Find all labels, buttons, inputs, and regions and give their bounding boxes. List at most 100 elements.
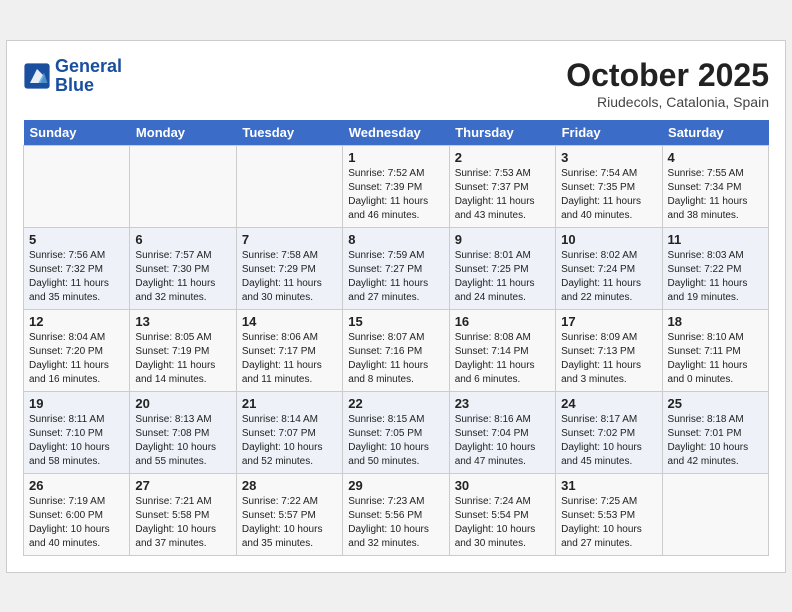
cell-details: Sunrise: 8:02 AM Sunset: 7:24 PM Dayligh… [561, 249, 656, 305]
day-number: 15 [348, 314, 443, 329]
day-number: 26 [29, 478, 124, 493]
calendar-cell: 17 Sunrise: 8:09 AM Sunset: 7:13 PM Dayli… [556, 309, 662, 391]
cell-details: Sunrise: 7:58 AM Sunset: 7:29 PM Dayligh… [242, 249, 337, 305]
weekday-header-monday: Monday [130, 120, 236, 146]
week-row-4: 26 Sunrise: 7:19 AM Sunset: 6:00 PM Dayli… [24, 473, 769, 555]
day-number: 12 [29, 314, 124, 329]
calendar-cell: 24 Sunrise: 8:17 AM Sunset: 7:02 PM Dayli… [556, 391, 662, 473]
cell-details: Sunrise: 7:23 AM Sunset: 5:56 PM Dayligh… [348, 495, 443, 551]
day-number: 22 [348, 396, 443, 411]
cell-details: Sunrise: 8:06 AM Sunset: 7:17 PM Dayligh… [242, 331, 337, 387]
calendar-cell: 13Sunrise: 8:05 AM Sunset: 7:19 PM Dayli… [130, 309, 236, 391]
cell-details: Sunrise: 7:55 AM Sunset: 7:34 PM Dayligh… [668, 167, 763, 223]
calendar-cell: 6 Sunrise: 7:57 AM Sunset: 7:30 PM Daylig… [130, 227, 236, 309]
cell-details: Sunrise: 8:07 AM Sunset: 7:16 PM Dayligh… [348, 331, 443, 387]
cell-details: Sunrise: 8:04 AM Sunset: 7:20 PM Dayligh… [29, 331, 124, 387]
week-row-1: 5Sunrise: 7:56 AM Sunset: 7:32 PM Daylig… [24, 227, 769, 309]
day-number: 16 [455, 314, 550, 329]
day-number: 21 [242, 396, 337, 411]
day-number: 9 [455, 232, 550, 247]
weekday-header-wednesday: Wednesday [343, 120, 449, 146]
cell-details: Sunrise: 8:05 AM Sunset: 7:19 PM Dayligh… [135, 331, 230, 387]
cell-details: Sunrise: 8:15 AM Sunset: 7:05 PM Dayligh… [348, 413, 443, 469]
calendar-cell: 30 Sunrise: 7:24 AM Sunset: 5:54 PM Dayli… [449, 473, 555, 555]
weekday-header-row: SundayMondayTuesdayWednesdayThursdayFrid… [24, 120, 769, 146]
calendar-cell [130, 145, 236, 227]
calendar-cell: 25 Sunrise: 8:18 AM Sunset: 7:01 PM Dayli… [662, 391, 768, 473]
weekday-header-friday: Friday [556, 120, 662, 146]
cell-details: Sunrise: 8:09 AM Sunset: 7:13 PM Dayligh… [561, 331, 656, 387]
cell-details: Sunrise: 8:11 AM Sunset: 7:10 PM Dayligh… [29, 413, 124, 469]
day-number: 31 [561, 478, 656, 493]
cell-details: Sunrise: 8:13 AM Sunset: 7:08 PM Dayligh… [135, 413, 230, 469]
day-number: 14 [242, 314, 337, 329]
day-number: 19 [29, 396, 124, 411]
day-number: 8 [348, 232, 443, 247]
calendar-header: General Blue October 2025 Riudecols, Cat… [23, 57, 769, 110]
location: Riudecols, Catalonia, Spain [566, 94, 769, 110]
calendar-cell: 11 Sunrise: 8:03 AM Sunset: 7:22 PM Dayli… [662, 227, 768, 309]
day-number: 27 [135, 478, 230, 493]
day-number: 2 [455, 150, 550, 165]
week-row-2: 12 Sunrise: 8:04 AM Sunset: 7:20 PM Dayli… [24, 309, 769, 391]
cell-details: Sunrise: 7:24 AM Sunset: 5:54 PM Dayligh… [455, 495, 550, 551]
week-row-0: 1 Sunrise: 7:52 AM Sunset: 7:39 PM Daylig… [24, 145, 769, 227]
calendar-cell: 2 Sunrise: 7:53 AM Sunset: 7:37 PM Daylig… [449, 145, 555, 227]
day-number: 4 [668, 150, 763, 165]
cell-details: Sunrise: 7:59 AM Sunset: 7:27 PM Dayligh… [348, 249, 443, 305]
calendar-cell: 12 Sunrise: 8:04 AM Sunset: 7:20 PM Dayli… [24, 309, 130, 391]
cell-details: Sunrise: 8:03 AM Sunset: 7:22 PM Dayligh… [668, 249, 763, 305]
cell-details: Sunrise: 7:52 AM Sunset: 7:39 PM Dayligh… [348, 167, 443, 223]
cell-details: Sunrise: 7:25 AM Sunset: 5:53 PM Dayligh… [561, 495, 656, 551]
calendar-cell [236, 145, 342, 227]
cell-details: Sunrise: 7:54 AM Sunset: 7:35 PM Dayligh… [561, 167, 656, 223]
calendar-cell: 5Sunrise: 7:56 AM Sunset: 7:32 PM Daylig… [24, 227, 130, 309]
calendar-cell: 31 Sunrise: 7:25 AM Sunset: 5:53 PM Dayli… [556, 473, 662, 555]
day-number: 7 [242, 232, 337, 247]
month-title: October 2025 [566, 57, 769, 94]
cell-details: Sunrise: 8:18 AM Sunset: 7:01 PM Dayligh… [668, 413, 763, 469]
calendar-container: General Blue October 2025 Riudecols, Cat… [6, 40, 786, 573]
calendar-cell: 27 Sunrise: 7:21 AM Sunset: 5:58 PM Dayli… [130, 473, 236, 555]
calendar-cell: 3 Sunrise: 7:54 AM Sunset: 7:35 PM Daylig… [556, 145, 662, 227]
calendar-cell: 26 Sunrise: 7:19 AM Sunset: 6:00 PM Dayli… [24, 473, 130, 555]
calendar-cell: 9Sunrise: 8:01 AM Sunset: 7:25 PM Daylig… [449, 227, 555, 309]
logo: General Blue [23, 57, 122, 97]
cell-details: Sunrise: 8:10 AM Sunset: 7:11 PM Dayligh… [668, 331, 763, 387]
calendar-cell: 1 Sunrise: 7:52 AM Sunset: 7:39 PM Daylig… [343, 145, 449, 227]
calendar-cell: 20 Sunrise: 8:13 AM Sunset: 7:08 PM Dayli… [130, 391, 236, 473]
calendar-cell: 22 Sunrise: 8:15 AM Sunset: 7:05 PM Dayli… [343, 391, 449, 473]
day-number: 3 [561, 150, 656, 165]
cell-details: Sunrise: 7:21 AM Sunset: 5:58 PM Dayligh… [135, 495, 230, 551]
cell-details: Sunrise: 7:57 AM Sunset: 7:30 PM Dayligh… [135, 249, 230, 305]
calendar-table: SundayMondayTuesdayWednesdayThursdayFrid… [23, 120, 769, 556]
weekday-header-tuesday: Tuesday [236, 120, 342, 146]
day-number: 6 [135, 232, 230, 247]
calendar-cell: 8 Sunrise: 7:59 AM Sunset: 7:27 PM Daylig… [343, 227, 449, 309]
calendar-cell: 21Sunrise: 8:14 AM Sunset: 7:07 PM Dayli… [236, 391, 342, 473]
day-number: 5 [29, 232, 124, 247]
day-number: 24 [561, 396, 656, 411]
day-number: 20 [135, 396, 230, 411]
calendar-cell: 7 Sunrise: 7:58 AM Sunset: 7:29 PM Daylig… [236, 227, 342, 309]
logo-text: General Blue [55, 57, 122, 97]
calendar-cell [24, 145, 130, 227]
cell-details: Sunrise: 8:17 AM Sunset: 7:02 PM Dayligh… [561, 413, 656, 469]
day-number: 17 [561, 314, 656, 329]
cell-details: Sunrise: 8:08 AM Sunset: 7:14 PM Dayligh… [455, 331, 550, 387]
calendar-cell: 23Sunrise: 8:16 AM Sunset: 7:04 PM Dayli… [449, 391, 555, 473]
day-number: 1 [348, 150, 443, 165]
cell-details: Sunrise: 7:53 AM Sunset: 7:37 PM Dayligh… [455, 167, 550, 223]
calendar-body: 1 Sunrise: 7:52 AM Sunset: 7:39 PM Daylig… [24, 145, 769, 555]
calendar-cell: 4 Sunrise: 7:55 AM Sunset: 7:34 PM Daylig… [662, 145, 768, 227]
day-number: 25 [668, 396, 763, 411]
cell-details: Sunrise: 7:22 AM Sunset: 5:57 PM Dayligh… [242, 495, 337, 551]
cell-details: Sunrise: 7:19 AM Sunset: 6:00 PM Dayligh… [29, 495, 124, 551]
title-block: October 2025 Riudecols, Catalonia, Spain [566, 57, 769, 110]
weekday-header-saturday: Saturday [662, 120, 768, 146]
day-number: 11 [668, 232, 763, 247]
calendar-cell: 14 Sunrise: 8:06 AM Sunset: 7:17 PM Dayli… [236, 309, 342, 391]
calendar-cell: 28Sunrise: 7:22 AM Sunset: 5:57 PM Dayli… [236, 473, 342, 555]
weekday-header-sunday: Sunday [24, 120, 130, 146]
day-number: 30 [455, 478, 550, 493]
